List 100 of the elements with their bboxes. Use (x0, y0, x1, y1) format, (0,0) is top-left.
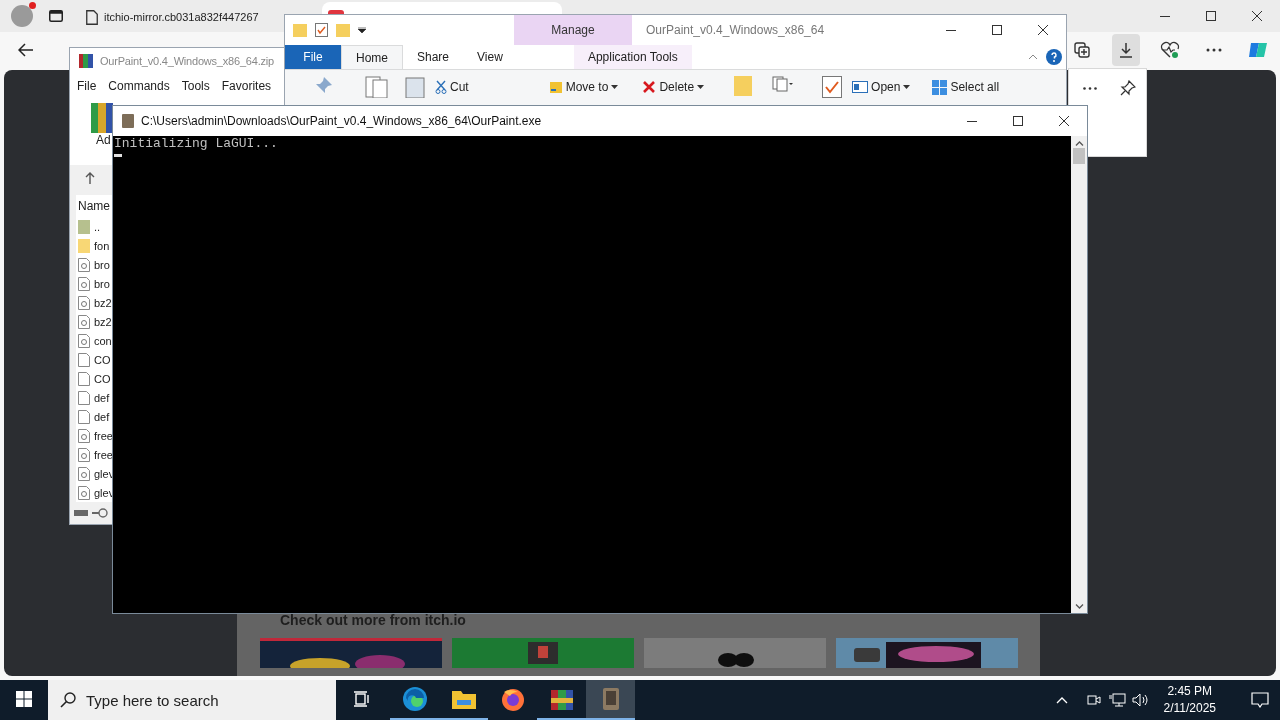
cut-button[interactable]: Cut (431, 76, 473, 98)
camera-icon (1085, 692, 1102, 708)
open-button[interactable]: Open (848, 76, 915, 98)
close-icon (1059, 116, 1069, 126)
ribbon-tab[interactable]: Home (341, 45, 403, 69)
window-title: OurPaint_v0.4_Windows_x86_64.zip (100, 54, 274, 67)
more-icon (1083, 86, 1097, 90)
clipboard-icon (405, 76, 425, 98)
context-tab-header: Manage (514, 15, 632, 45)
add-tab-icon (1073, 41, 1091, 59)
scroll-down-icon (1074, 604, 1084, 609)
file-name: fon (94, 239, 110, 252)
minimize-icon (946, 29, 956, 31)
file-name: bro (94, 258, 110, 271)
clock-date[interactable]: 2/11/2025 (1163, 700, 1216, 717)
download-icon (1117, 41, 1135, 59)
file-name: bro (94, 277, 110, 290)
select-all-icon (932, 79, 948, 95)
folder-icon (78, 238, 90, 253)
properties-icon (315, 23, 328, 37)
section-heading: Check out more from itch.io (280, 612, 467, 628)
file-name: def (94, 410, 110, 423)
volume-icon (1131, 692, 1150, 708)
menu-item[interactable]: Favorites (221, 79, 272, 93)
ribbon-tab[interactable]: File (285, 45, 341, 69)
browser-tab[interactable]: itchio-mirror.cb031a832f447267 (80, 2, 282, 32)
menu-item[interactable]: File (77, 79, 97, 93)
clock-time[interactable]: 2:45 PM (1167, 683, 1213, 700)
caret-icon (697, 85, 705, 89)
toolbar-label: Ad (96, 133, 111, 147)
close-icon (1038, 25, 1048, 35)
column-header[interactable]: Name (76, 195, 110, 217)
caret-icon (611, 85, 619, 89)
heart-pulse-icon (1160, 41, 1180, 59)
document-icon (86, 9, 98, 25)
select-button[interactable]: Select all (928, 76, 1004, 98)
firefox-icon (499, 686, 526, 712)
caret-icon (903, 85, 911, 89)
key-icon (92, 508, 108, 518)
file-name: .. (94, 220, 101, 233)
file-name: free (94, 429, 113, 442)
file-name: con (94, 334, 112, 347)
file-name: def (94, 391, 110, 404)
minimize-icon (967, 120, 977, 122)
search-icon (60, 692, 76, 708)
text-cursor (114, 154, 122, 157)
windows-logo-icon (16, 691, 32, 707)
folder-icon (734, 76, 753, 96)
folder-icon (450, 688, 477, 710)
edge-icon (401, 686, 428, 712)
scroll-up-icon (1074, 141, 1084, 146)
file-name: free (94, 448, 113, 461)
books-icon (91, 103, 113, 133)
maximize-icon (1013, 116, 1023, 126)
pin-icon (1120, 80, 1136, 96)
window-title: OurPaint_v0.4_Windows_x86_64 (646, 23, 825, 37)
file-name: CO (94, 372, 111, 385)
tab-actions-icon (49, 10, 63, 22)
properties-icon (822, 76, 843, 98)
folder-icon (336, 23, 350, 37)
search-field[interactable]: Type here to search (48, 680, 336, 720)
profile-avatar[interactable] (11, 5, 33, 27)
console-line: Initializing LaGUI... (114, 136, 279, 152)
chevron-up-icon (1055, 696, 1068, 704)
close-icon (1252, 11, 1262, 21)
folder-icon (293, 23, 307, 37)
minimize-icon (1160, 15, 1170, 17)
file-name: bz2 (94, 315, 112, 328)
maximize-icon (992, 25, 1002, 35)
folder-icon (548, 80, 563, 94)
file-name: CO (94, 353, 111, 366)
delete-button[interactable]: Delete (638, 76, 709, 98)
tablet-icon (121, 113, 135, 129)
more-icon (1206, 48, 1222, 52)
task-view-icon (353, 691, 371, 707)
ribbon-tab[interactable]: Application Tools (573, 45, 692, 69)
menu-item[interactable]: Tools (181, 79, 210, 93)
window-title: C:\Users\admin\Downloads\OurPaint_v0.4_Windows_x86_64\OurPaint.exe (141, 114, 542, 128)
downloads-button[interactable] (1112, 34, 1140, 66)
chat-bubble-icon (1251, 692, 1269, 708)
up-arrow-icon (85, 172, 95, 184)
help-icon (1046, 49, 1062, 65)
taskbar-app[interactable] (586, 680, 635, 720)
books-icon (78, 52, 94, 69)
scrollbar[interactable] (1071, 136, 1087, 613)
maximize-icon (1206, 11, 1216, 21)
drive-icon (74, 510, 88, 516)
open-icon (852, 81, 869, 93)
delete-icon (642, 80, 657, 94)
menu-item[interactable]: Commands (108, 79, 170, 93)
move-button[interactable]: Move to (544, 76, 623, 98)
back-arrow-icon (18, 43, 34, 57)
network-icon (1107, 692, 1126, 708)
scissors-icon (435, 80, 447, 94)
collapse-caret-icon (1028, 54, 1038, 60)
tab-title: itchio-mirror.cb031a832f447267 (104, 11, 259, 23)
file-name: bz2 (94, 296, 112, 309)
folder-icon (78, 219, 90, 234)
scroll-thumb[interactable] (1073, 148, 1085, 164)
dropdown-icon (358, 27, 366, 33)
